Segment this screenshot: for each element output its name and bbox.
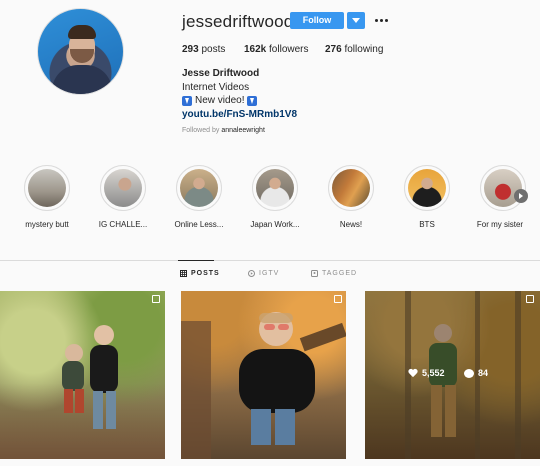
profile-username: jessedriftwood bbox=[182, 12, 294, 31]
dot-icon bbox=[385, 19, 388, 22]
profile-full-name: Jesse Driftwood bbox=[182, 68, 260, 79]
dot-icon bbox=[375, 19, 378, 22]
highlight-label: News! bbox=[339, 220, 363, 229]
tab-posts[interactable]: POSTS bbox=[180, 270, 220, 277]
highlight-mystery-butt[interactable] bbox=[24, 165, 70, 211]
following-count[interactable]: 276 following bbox=[325, 44, 383, 55]
tab-igtv[interactable]: IGTV bbox=[248, 270, 279, 277]
highlight-for-my-sister[interactable] bbox=[480, 165, 526, 211]
followers-count[interactable]: 162k followers bbox=[244, 44, 309, 55]
followed-by[interactable]: Followed by annaleewright bbox=[182, 127, 265, 134]
carousel-icon bbox=[152, 295, 160, 303]
chevron-down-icon bbox=[352, 18, 360, 23]
heart-icon bbox=[408, 369, 418, 378]
highlight-bts[interactable] bbox=[404, 165, 450, 211]
post-thumbnail[interactable] bbox=[181, 291, 346, 459]
post-thumbnail[interactable] bbox=[0, 291, 165, 459]
posts-count: 293 posts bbox=[182, 44, 226, 55]
highlight-online-lessons[interactable] bbox=[176, 165, 222, 211]
highlight-japan-workshop[interactable] bbox=[252, 165, 298, 211]
more-options-button[interactable] bbox=[374, 12, 390, 29]
post-likes: 5,552 bbox=[408, 368, 445, 378]
highlight-label: IG CHALLE... bbox=[98, 220, 148, 229]
grid-icon bbox=[180, 270, 187, 277]
profile-bio: New video! bbox=[182, 95, 258, 106]
profile-avatar[interactable] bbox=[37, 8, 124, 95]
post-hover-overlay bbox=[365, 291, 540, 459]
highlight-news[interactable] bbox=[328, 165, 374, 211]
highlight-ig-challenge[interactable] bbox=[100, 165, 146, 211]
tab-tagged[interactable]: TAGGED bbox=[311, 270, 357, 277]
carousel-icon bbox=[334, 295, 342, 303]
down-arrow-icon bbox=[247, 95, 258, 106]
tabs-divider bbox=[0, 260, 540, 261]
highlight-label: Online Less... bbox=[174, 220, 224, 229]
post-comments: 84 bbox=[464, 368, 488, 378]
dot-icon bbox=[380, 19, 383, 22]
highlight-label: BTS bbox=[419, 220, 435, 229]
highlight-label: Japan Work... bbox=[250, 220, 300, 229]
follow-button[interactable]: Follow bbox=[290, 12, 344, 29]
profile-link[interactable]: youtu.be/FnS-MRmb1V8 bbox=[182, 109, 297, 120]
carousel-icon bbox=[526, 295, 534, 303]
down-arrow-icon bbox=[182, 95, 192, 106]
comment-icon bbox=[464, 368, 474, 378]
suggested-accounts-button[interactable] bbox=[347, 12, 365, 29]
highlight-label: For my sister bbox=[476, 220, 524, 229]
highlight-label: mystery butt bbox=[25, 220, 69, 229]
profile-category: Internet Videos bbox=[182, 82, 250, 93]
tag-icon bbox=[311, 270, 318, 277]
active-tab-indicator bbox=[178, 260, 214, 261]
highlights-next-icon[interactable] bbox=[514, 189, 528, 203]
igtv-icon bbox=[248, 270, 255, 277]
